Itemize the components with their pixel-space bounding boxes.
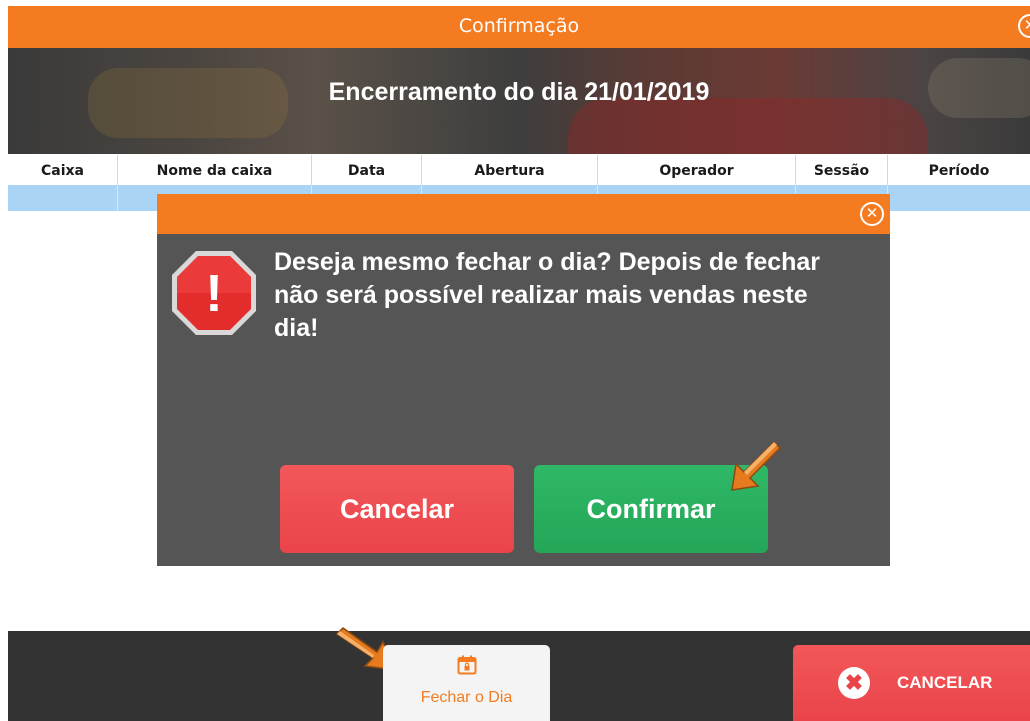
fechar-dia-label: Fechar o Dia	[420, 689, 513, 706]
dialog-close-icon[interactable]: ✕	[860, 202, 884, 226]
table-header: Caixa Nome da caixa Data Abertura Operad…	[8, 155, 1030, 185]
calendar-lock-icon	[457, 655, 477, 675]
dialog-title-bar: ✕	[157, 194, 890, 234]
stop-icon-glyph: !	[205, 265, 222, 323]
close-circle-icon: ✖	[838, 667, 870, 699]
arrow-pointer-icon	[731, 440, 782, 491]
column-header-data[interactable]: Data	[312, 155, 422, 185]
cancelar-label: CANCELAR	[897, 673, 993, 692]
cancelar-button[interactable]: ✖ CANCELAR	[793, 645, 1030, 721]
stop-warning-icon: !	[172, 251, 256, 335]
fechar-dia-button[interactable]: Fechar o Dia	[383, 645, 550, 721]
column-header-operador[interactable]: Operador	[598, 155, 796, 185]
page-heading: Encerramento do dia 21/01/2019	[328, 78, 710, 106]
column-header-caixa[interactable]: Caixa	[8, 155, 118, 185]
column-header-nome-da-caixa[interactable]: Nome da caixa	[118, 155, 312, 185]
window-title: Confirmação	[458, 15, 580, 37]
column-header-periodo[interactable]: Período	[888, 155, 1030, 185]
column-header-abertura[interactable]: Abertura	[422, 155, 598, 185]
title-bar: Confirmação ✕	[8, 6, 1030, 48]
dialog-message: Deseja mesmo fechar o dia? Depois de fec…	[274, 248, 821, 342]
confirm-dialog: ✕ ! Deseja mesmo fechar o dia? Depois de…	[157, 194, 890, 566]
table-cell	[8, 185, 118, 211]
column-header-sessao[interactable]: Sessão	[796, 155, 888, 185]
cancel-button[interactable]: Cancelar	[280, 465, 514, 553]
header-banner: Encerramento do dia 21/01/2019	[8, 48, 1030, 154]
table-cell	[888, 185, 1030, 211]
